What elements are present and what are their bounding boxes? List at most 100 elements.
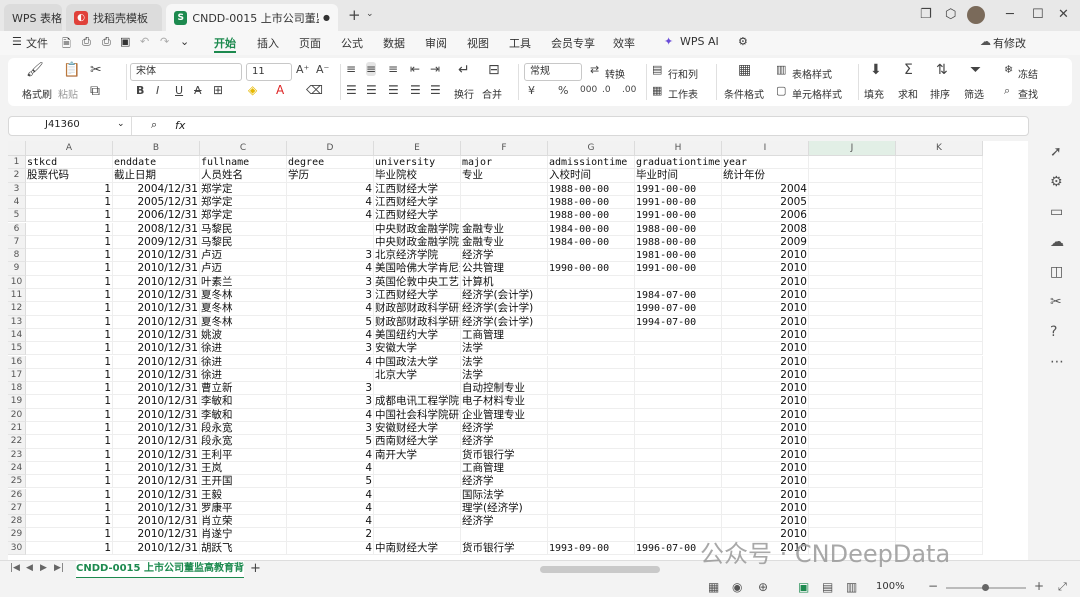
table-cell[interactable] — [548, 249, 635, 263]
column-header-g[interactable]: G — [548, 141, 635, 156]
zoom-in-icon[interactable]: + — [1034, 579, 1044, 593]
table-cell[interactable] — [548, 448, 635, 462]
row-header[interactable]: 24 — [8, 461, 26, 476]
table-cell[interactable]: 1 — [26, 435, 113, 449]
justify-icon[interactable]: ☰ — [410, 83, 421, 97]
table-cell[interactable]: 2010/12/31 — [113, 342, 200, 356]
format-painter-icon[interactable]: 🖌 — [26, 62, 44, 78]
row-header[interactable]: 18 — [8, 382, 26, 396]
table-cell[interactable]: 2008/12/31 — [113, 222, 200, 236]
table-cell[interactable] — [809, 501, 896, 516]
table-cell[interactable]: 5 — [287, 435, 374, 449]
table-cell[interactable]: 货币银行学 — [461, 541, 548, 555]
table-cell[interactable]: 股票代码 — [26, 169, 113, 183]
table-cell[interactable] — [809, 461, 896, 476]
table-cell[interactable] — [635, 328, 722, 343]
strikethrough-icon[interactable]: A — [194, 84, 202, 97]
table-cell[interactable] — [809, 169, 896, 183]
table-cell[interactable]: 叶素兰 — [200, 275, 287, 289]
table-cell[interactable]: 2010 — [722, 435, 809, 449]
row-header[interactable]: 4 — [8, 195, 26, 210]
table-cell[interactable] — [461, 195, 548, 210]
table-cell[interactable]: 1 — [26, 262, 113, 276]
table-cell[interactable] — [809, 209, 896, 223]
table-cell[interactable]: 2010/12/31 — [113, 541, 200, 555]
table-cell[interactable]: 1 — [26, 501, 113, 516]
find-button[interactable]: 查找 — [1018, 86, 1038, 101]
zoom-formula-icon[interactable]: ⌕ — [151, 118, 157, 132]
table-cell[interactable] — [896, 302, 983, 316]
table-cell[interactable]: 金融专业 — [461, 235, 548, 250]
table-cell[interactable]: 成都电讯工程学院 — [374, 395, 461, 409]
table-cell[interactable]: 2010/12/31 — [113, 249, 200, 263]
table-cell[interactable]: 卢迈 — [200, 262, 287, 276]
row-header[interactable]: 20 — [8, 408, 26, 422]
table-cell[interactable] — [809, 488, 896, 502]
copy-icon[interactable]: ⧉ — [90, 83, 100, 99]
table-cell[interactable]: 江西财经大学 — [374, 195, 461, 210]
table-cell[interactable]: 王开国 — [200, 475, 287, 489]
table-cell[interactable]: 1 — [26, 275, 113, 289]
font-color-icon[interactable]: A — [276, 83, 284, 97]
column-header-j[interactable]: J — [809, 141, 896, 156]
table-cell[interactable]: 法学 — [461, 368, 548, 383]
table-cell[interactable]: 截止日期 — [113, 169, 200, 183]
row-col-icon[interactable]: ▤ — [652, 63, 662, 76]
freeze-button[interactable]: 冻结 — [1018, 66, 1038, 81]
table-cell[interactable] — [548, 275, 635, 289]
table-cell[interactable]: 4 — [287, 541, 374, 555]
table-cell[interactable] — [809, 222, 896, 236]
table-cell[interactable]: 2006/12/31 — [113, 209, 200, 223]
table-cell[interactable]: 1 — [26, 382, 113, 396]
table-cell[interactable]: 2010/12/31 — [113, 515, 200, 529]
table-cell[interactable]: 郑学定 — [200, 182, 287, 196]
table-cell[interactable]: stkcd — [26, 156, 113, 170]
table-cell[interactable] — [809, 315, 896, 329]
table-cell[interactable]: year — [722, 156, 809, 170]
table-cell[interactable]: 工商管理 — [461, 461, 548, 476]
table-cell[interactable]: 徐进 — [200, 368, 287, 383]
table-cell[interactable]: 2010/12/31 — [113, 262, 200, 276]
table-style-icon[interactable]: ▥ — [776, 63, 786, 76]
modified-status[interactable]: 有修改 — [993, 35, 1026, 51]
worksheet-button[interactable]: 工作表 — [668, 86, 698, 101]
minimize-icon[interactable]: ─ — [1006, 7, 1014, 22]
table-cell[interactable]: 2010/12/31 — [113, 448, 200, 462]
table-cell[interactable]: 2010/12/31 — [113, 488, 200, 502]
preview-icon[interactable]: ▣ — [120, 35, 130, 48]
table-cell[interactable] — [635, 275, 722, 289]
table-cell[interactable]: 学历 — [287, 169, 374, 183]
table-cell[interactable]: 1990-00-00 — [548, 262, 635, 276]
table-cell[interactable] — [809, 475, 896, 489]
column-header-i[interactable]: I — [722, 141, 809, 156]
table-cell[interactable]: 4 — [287, 408, 374, 422]
table-cell[interactable]: 4 — [287, 488, 374, 502]
table-cell[interactable]: 江西财经大学 — [374, 182, 461, 196]
table-cell[interactable]: 人员姓名 — [200, 169, 287, 183]
table-cell[interactable]: 4 — [287, 209, 374, 223]
fullscreen-icon[interactable]: ⤢ — [1058, 580, 1067, 594]
table-cell[interactable]: 1991-00-00 — [635, 262, 722, 276]
table-cell[interactable]: 2009 — [722, 235, 809, 250]
sheet-tab-active[interactable]: CNDD-0015 上市公司董监高教育背景 — [76, 561, 244, 579]
table-cell[interactable]: 2005/12/31 — [113, 195, 200, 210]
select-all-corner[interactable] — [8, 141, 26, 156]
name-box-dropdown-icon[interactable]: ⌄ — [117, 119, 125, 129]
table-cell[interactable] — [635, 475, 722, 489]
table-cell[interactable]: 李敏和 — [200, 395, 287, 409]
table-cell[interactable]: 2006 — [722, 209, 809, 223]
table-cell[interactable] — [635, 422, 722, 436]
fill-color-icon[interactable]: ◈ — [248, 83, 257, 97]
table-cell[interactable]: 2010 — [722, 355, 809, 369]
page-layout-icon[interactable]: ▤ — [822, 580, 833, 594]
table-cell[interactable] — [635, 461, 722, 476]
table-cell[interactable] — [374, 488, 461, 502]
table-cell[interactable]: 2004/12/31 — [113, 182, 200, 196]
table-cell[interactable]: 美国哈佛大学肯尼迪 — [374, 262, 461, 276]
formula-input[interactable] — [195, 119, 1015, 133]
table-cell[interactable]: 夏冬林 — [200, 302, 287, 316]
table-cell[interactable] — [548, 302, 635, 316]
table-cell[interactable]: 1993-09-00 — [548, 541, 635, 555]
wps-ai-icon[interactable]: ✦ — [664, 35, 673, 48]
table-cell[interactable]: 王岚 — [200, 461, 287, 476]
